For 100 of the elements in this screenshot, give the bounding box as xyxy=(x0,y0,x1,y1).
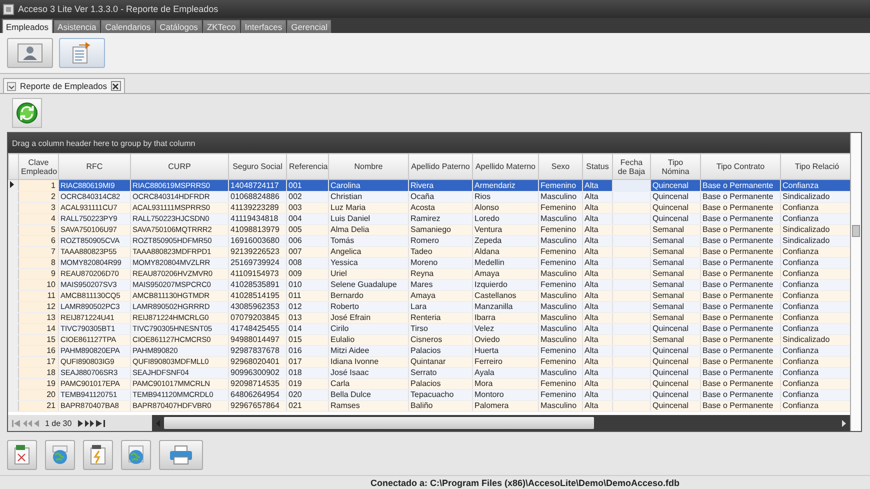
first-page-button[interactable] xyxy=(12,418,21,428)
table-cell: Semanal xyxy=(652,280,684,289)
table-cell: 7 xyxy=(51,247,56,256)
table-cell: Roberto xyxy=(330,302,359,311)
table-cell: Ferreiro xyxy=(474,357,503,366)
table-cell: Medellin xyxy=(474,258,504,267)
table-cell: Masculino xyxy=(540,401,577,410)
table-cell: Base o Permanente xyxy=(702,225,774,234)
table-cell: Bella Dulce xyxy=(330,390,371,399)
menu-tab[interactable]: Asistencia xyxy=(54,20,100,33)
table-cell: Palomera xyxy=(474,401,509,410)
table-cell: 9 xyxy=(51,269,56,278)
table-cell: Quincenal xyxy=(652,368,689,377)
table-cell: 017 xyxy=(288,357,302,366)
web-button[interactable] xyxy=(45,440,75,470)
table-cell: Quincenal xyxy=(652,180,689,190)
table-cell: Angelica xyxy=(330,247,362,256)
table-cell: Semanal xyxy=(652,302,684,311)
table-cell: Alta xyxy=(584,203,598,212)
table-cell: Masculino xyxy=(540,236,577,245)
refresh-button[interactable] xyxy=(12,98,42,128)
table-cell: 17 xyxy=(46,357,56,366)
table-cell: Carla xyxy=(330,379,350,388)
menu-tab[interactable]: ZKTeco xyxy=(202,20,240,33)
close-button[interactable] xyxy=(110,81,121,91)
table-cell: 5 xyxy=(51,225,56,234)
column-header[interactable]: Apellido Materno xyxy=(472,154,538,180)
table-cell: Tirso xyxy=(410,324,428,333)
column-header[interactable]: Fecha de Baja xyxy=(612,154,650,180)
globe-button[interactable] xyxy=(121,440,151,470)
table-cell: Masculino xyxy=(540,291,577,300)
last-page-button[interactable] xyxy=(96,418,105,428)
table-cell: Amaya xyxy=(474,269,500,278)
column-header[interactable]: Nombre xyxy=(328,154,408,180)
table-cell: Alta xyxy=(584,247,598,256)
column-header[interactable]: Clave Empleado xyxy=(18,154,58,180)
table-cell: Confianza xyxy=(782,214,819,223)
table-cell: Luis Daniel xyxy=(330,214,370,223)
person-card-icon xyxy=(17,43,43,63)
column-header[interactable]: Tipo Contrato xyxy=(700,154,780,180)
window-title: Acceso 3 Lite Ver 1.3.3.0 - Reporte de Empleados xyxy=(18,4,218,14)
report-button[interactable] xyxy=(59,38,105,68)
menu-tab[interactable]: Catálogos xyxy=(156,20,202,33)
connection-status: Conectado a: C:\Program Files (x86)\AccesoLite\Demo\DemoAcceso.fdb xyxy=(370,478,680,488)
table-cell: Huerta xyxy=(474,346,499,355)
table-cell: 11 xyxy=(47,291,56,300)
table-cell: 019 xyxy=(288,379,302,388)
table-cell: Mitzi Aidee xyxy=(330,346,370,355)
column-header[interactable]: CURP xyxy=(130,154,228,180)
table-cell: Cirilo xyxy=(330,324,349,333)
table-cell: Manzanilla xyxy=(474,302,513,311)
table-cell: Luz Maria xyxy=(330,203,366,212)
scrollbar-thumb[interactable] xyxy=(852,225,860,237)
table-cell: Base o Permanente xyxy=(702,357,774,366)
table-cell: Ayala xyxy=(474,368,494,377)
table-cell: 41748425455 xyxy=(230,324,280,333)
menu-tab[interactable]: Empleados xyxy=(2,19,53,33)
next-button[interactable] xyxy=(78,418,83,428)
document-tab[interactable]: Reporte de Empleados xyxy=(3,78,125,93)
vertical-scrollbar[interactable] xyxy=(850,133,861,431)
document-button[interactable] xyxy=(83,440,113,470)
table-cell: Rios xyxy=(474,192,491,201)
column-header[interactable]: Status xyxy=(582,154,612,180)
table-cell: Confianza xyxy=(782,379,819,388)
table-cell: Semanal xyxy=(652,247,684,256)
print-button[interactable] xyxy=(159,440,203,470)
table-cell: 4 xyxy=(51,214,56,223)
spreadsheet-button[interactable] xyxy=(7,440,37,470)
tab-icon xyxy=(7,82,16,90)
table-cell: Mares xyxy=(410,280,433,289)
column-header[interactable]: Apellido Paterno xyxy=(408,154,472,180)
group-hint: Drag a column header here to group by that column xyxy=(12,138,196,148)
previous-page-button[interactable] xyxy=(23,418,32,428)
column-header[interactable]: RFC xyxy=(58,154,130,180)
close-icon xyxy=(112,82,120,90)
employees-button[interactable] xyxy=(7,38,53,68)
table-cell: Loredo xyxy=(474,214,500,223)
menu-tab[interactable]: Interfaces xyxy=(240,20,286,33)
table-cell: Base o Permanente xyxy=(702,379,774,388)
table-cell: Masculino xyxy=(540,368,577,377)
table-cell: 92967657864 xyxy=(230,401,280,410)
table-cell: Alta xyxy=(584,313,598,322)
table-cell: Yessica xyxy=(330,258,358,267)
table-cell: Palacios xyxy=(410,379,441,388)
table-cell: Quincenal xyxy=(652,214,689,223)
table-cell: Masculino xyxy=(540,192,577,201)
column-header[interactable]: Referencia xyxy=(286,154,328,180)
table-cell: Ramses xyxy=(330,401,360,410)
column-header[interactable]: Sexo xyxy=(538,154,582,180)
menu-tab[interactable]: Calendarios xyxy=(101,20,155,33)
table-cell: Femenino xyxy=(540,225,576,234)
table-cell: Alta xyxy=(584,302,598,311)
table-cell: Femenino xyxy=(540,357,576,366)
scrollbar-thumb[interactable] xyxy=(164,417,594,429)
column-header[interactable]: Seguro Social xyxy=(228,154,286,180)
previous-button[interactable] xyxy=(34,418,39,428)
table-cell: 15 xyxy=(46,335,56,344)
menu-tab[interactable]: Gerencial xyxy=(287,20,332,33)
column-header[interactable]: Tipo Nómina xyxy=(650,154,700,180)
document-icon xyxy=(90,445,106,465)
